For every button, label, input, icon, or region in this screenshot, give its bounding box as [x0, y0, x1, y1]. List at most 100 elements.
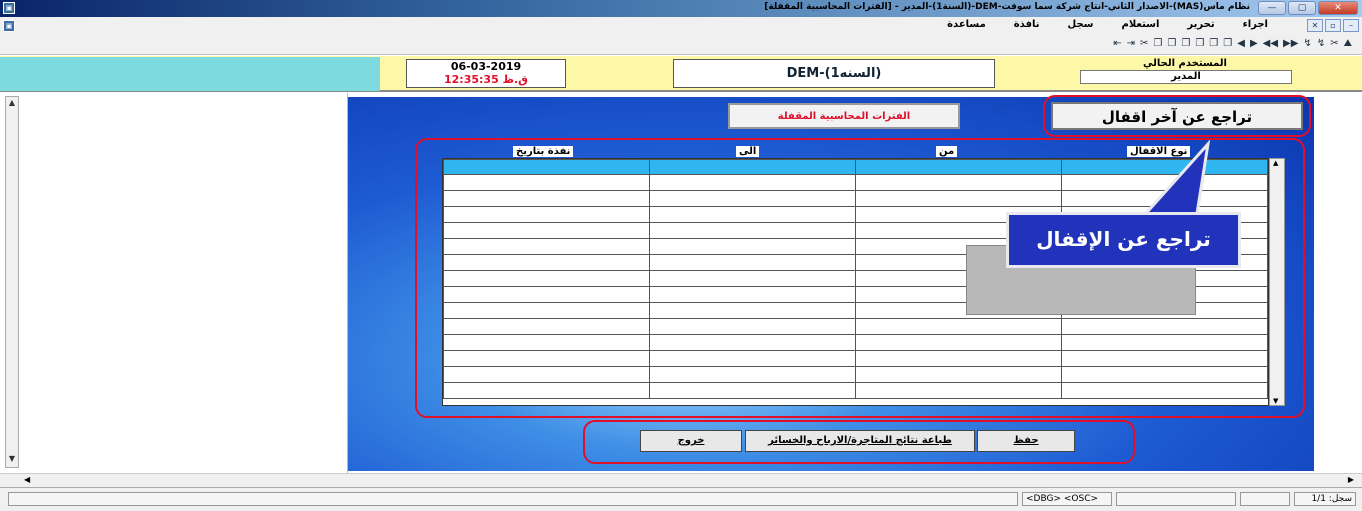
- menu-edit[interactable]: تحرير: [1173, 19, 1228, 30]
- toolbar-button-15-icon[interactable]: ✂: [1330, 38, 1338, 49]
- grid-scrollbar[interactable]: ▲ ▼: [1269, 158, 1285, 406]
- status-bar: <DBG> <OSC> سجل: 1/1: [0, 487, 1362, 511]
- print-results-button[interactable]: طباعة نتائج المتاجرة/الارباح والخسائر: [745, 430, 975, 452]
- grid-cell[interactable]: [443, 159, 650, 175]
- menu-query[interactable]: استعلام: [1108, 19, 1174, 30]
- grid-cell[interactable]: [855, 334, 1062, 351]
- scroll-left-icon[interactable]: ◀: [24, 475, 30, 484]
- grid-cell[interactable]: [443, 334, 650, 351]
- toolbar-button-8-icon[interactable]: ❐: [1223, 38, 1232, 49]
- grid-cell[interactable]: [649, 174, 856, 191]
- grid-cell[interactable]: [649, 350, 856, 367]
- table-row[interactable]: [443, 366, 1268, 383]
- table-row[interactable]: [443, 350, 1268, 367]
- toolbar-icons: ⇤ ⇥ ✂ ❐ ❐ ❐ ❐ ❐ ❐ ◀ ▶ ◀◀ ▶▶ ↯ ↯ ✂ ⛰: [1113, 38, 1352, 49]
- menu-window[interactable]: نافذة: [1000, 19, 1054, 30]
- grid-cell[interactable]: [649, 382, 856, 399]
- toolbar: ⇤ ⇥ ✂ ❐ ❐ ❐ ❐ ❐ ❐ ◀ ▶ ◀◀ ▶▶ ↯ ↯ ✂ ⛰: [0, 35, 1362, 55]
- grid-cell[interactable]: [855, 318, 1062, 335]
- grid-cell[interactable]: [1061, 350, 1268, 367]
- grid-scroll-down-icon[interactable]: ▼: [1273, 397, 1278, 405]
- grid-cell[interactable]: [855, 174, 1062, 191]
- table-row[interactable]: [443, 382, 1268, 399]
- grid-cell[interactable]: [1061, 382, 1268, 399]
- toolbar-button-11-icon[interactable]: ◀◀: [1263, 38, 1278, 49]
- undo-last-close-button[interactable]: تراجع عن آخر اقفال: [1051, 102, 1303, 130]
- grid-cell[interactable]: [649, 238, 856, 255]
- app-icon[interactable]: ▣: [3, 2, 15, 14]
- toolbar-button-3-icon[interactable]: ❐: [1153, 38, 1162, 49]
- toolbar-button-6-icon[interactable]: ❐: [1195, 38, 1204, 49]
- status-pane-blank: [1116, 492, 1236, 506]
- document-icon[interactable]: ▣: [3, 20, 15, 32]
- mdi-minimize-button[interactable]: –: [1343, 19, 1359, 32]
- grid-cell[interactable]: [649, 254, 856, 271]
- grid-cell[interactable]: [649, 302, 856, 319]
- scroll-up-icon[interactable]: ▲: [6, 97, 18, 111]
- grid-cell[interactable]: [443, 302, 650, 319]
- menu-help[interactable]: مساعدة: [933, 19, 1000, 30]
- grid-scroll-up-icon[interactable]: ▲: [1273, 159, 1278, 167]
- grid-cell[interactable]: [443, 238, 650, 255]
- scroll-down-icon[interactable]: ▼: [6, 453, 18, 467]
- menu-record[interactable]: سجل: [1054, 19, 1108, 30]
- grid-cell[interactable]: [443, 174, 650, 191]
- mdi-close-button[interactable]: ✕: [1307, 19, 1323, 32]
- grid-cell[interactable]: [649, 318, 856, 335]
- grid-cell[interactable]: [649, 366, 856, 383]
- toolbar-button-0-icon[interactable]: ⇤: [1113, 38, 1121, 49]
- grid-cell[interactable]: [649, 334, 856, 351]
- grid-cell[interactable]: [649, 159, 856, 175]
- grid-cell[interactable]: [649, 190, 856, 207]
- grid-cell[interactable]: [443, 286, 650, 303]
- toolbar-button-12-icon[interactable]: ▶▶: [1283, 38, 1298, 49]
- table-row[interactable]: [443, 334, 1268, 351]
- toolbar-button-14-icon[interactable]: ↯: [1317, 38, 1325, 49]
- grid-cell[interactable]: [649, 286, 856, 303]
- menu-action[interactable]: اجراء: [1229, 19, 1282, 30]
- grid-cell[interactable]: [649, 270, 856, 287]
- grid-cell[interactable]: [1061, 334, 1268, 351]
- grid-cell[interactable]: [443, 190, 650, 207]
- column-header-from: من: [936, 146, 958, 157]
- grid-cell[interactable]: [443, 382, 650, 399]
- toolbar-button-5-icon[interactable]: ❐: [1181, 38, 1190, 49]
- toolbar-button-2-icon[interactable]: ✂: [1140, 38, 1148, 49]
- exit-button[interactable]: خروج: [640, 430, 742, 452]
- grid-cell[interactable]: [443, 318, 650, 335]
- grid-cell[interactable]: [649, 206, 856, 223]
- grid-cell[interactable]: [855, 366, 1062, 383]
- table-row[interactable]: [443, 318, 1268, 335]
- grid-cell[interactable]: [443, 366, 650, 383]
- grid-cell[interactable]: [1061, 366, 1268, 383]
- minimize-button[interactable]: —: [1258, 1, 1286, 15]
- save-button[interactable]: حفظ: [977, 430, 1075, 452]
- status-record: سجل: 1/1: [1294, 492, 1356, 506]
- close-button[interactable]: ✕: [1318, 1, 1358, 15]
- grid-cell[interactable]: [855, 159, 1062, 175]
- grid-cell[interactable]: [855, 382, 1062, 399]
- mdi-restore-button[interactable]: ▫: [1325, 19, 1341, 32]
- scroll-right-icon[interactable]: ▶: [1348, 475, 1354, 484]
- grid-cell[interactable]: [443, 206, 650, 223]
- grid-cell[interactable]: [855, 190, 1062, 207]
- grid-cell[interactable]: [1061, 318, 1268, 335]
- horizontal-scrollbar[interactable]: ◀ ▶: [0, 473, 1362, 487]
- grid-cell[interactable]: [443, 270, 650, 287]
- toolbar-button-4-icon[interactable]: ❐: [1167, 38, 1176, 49]
- grid-cell[interactable]: [649, 222, 856, 239]
- toolbar-button-9-icon[interactable]: ◀: [1237, 38, 1245, 49]
- toolbar-button-1-icon[interactable]: ⇥: [1127, 38, 1135, 49]
- toolbar-button-10-icon[interactable]: ▶: [1250, 38, 1258, 49]
- date-value: 06-03-2019: [450, 60, 522, 73]
- grid-cell[interactable]: [855, 350, 1062, 367]
- toolbar-button-13-icon[interactable]: ↯: [1303, 38, 1311, 49]
- maximize-button[interactable]: ▢: [1288, 1, 1316, 15]
- toolbar-button-7-icon[interactable]: ❐: [1209, 38, 1218, 49]
- grid-cell[interactable]: [443, 350, 650, 367]
- vertical-scrollbar[interactable]: ▲ ▼: [5, 96, 19, 468]
- form-title-button[interactable]: الفترات المحاسبية المقفلة: [728, 103, 960, 129]
- grid-cell[interactable]: [443, 222, 650, 239]
- grid-cell[interactable]: [443, 254, 650, 271]
- toolbar-button-16-icon[interactable]: ⛰: [1344, 38, 1352, 49]
